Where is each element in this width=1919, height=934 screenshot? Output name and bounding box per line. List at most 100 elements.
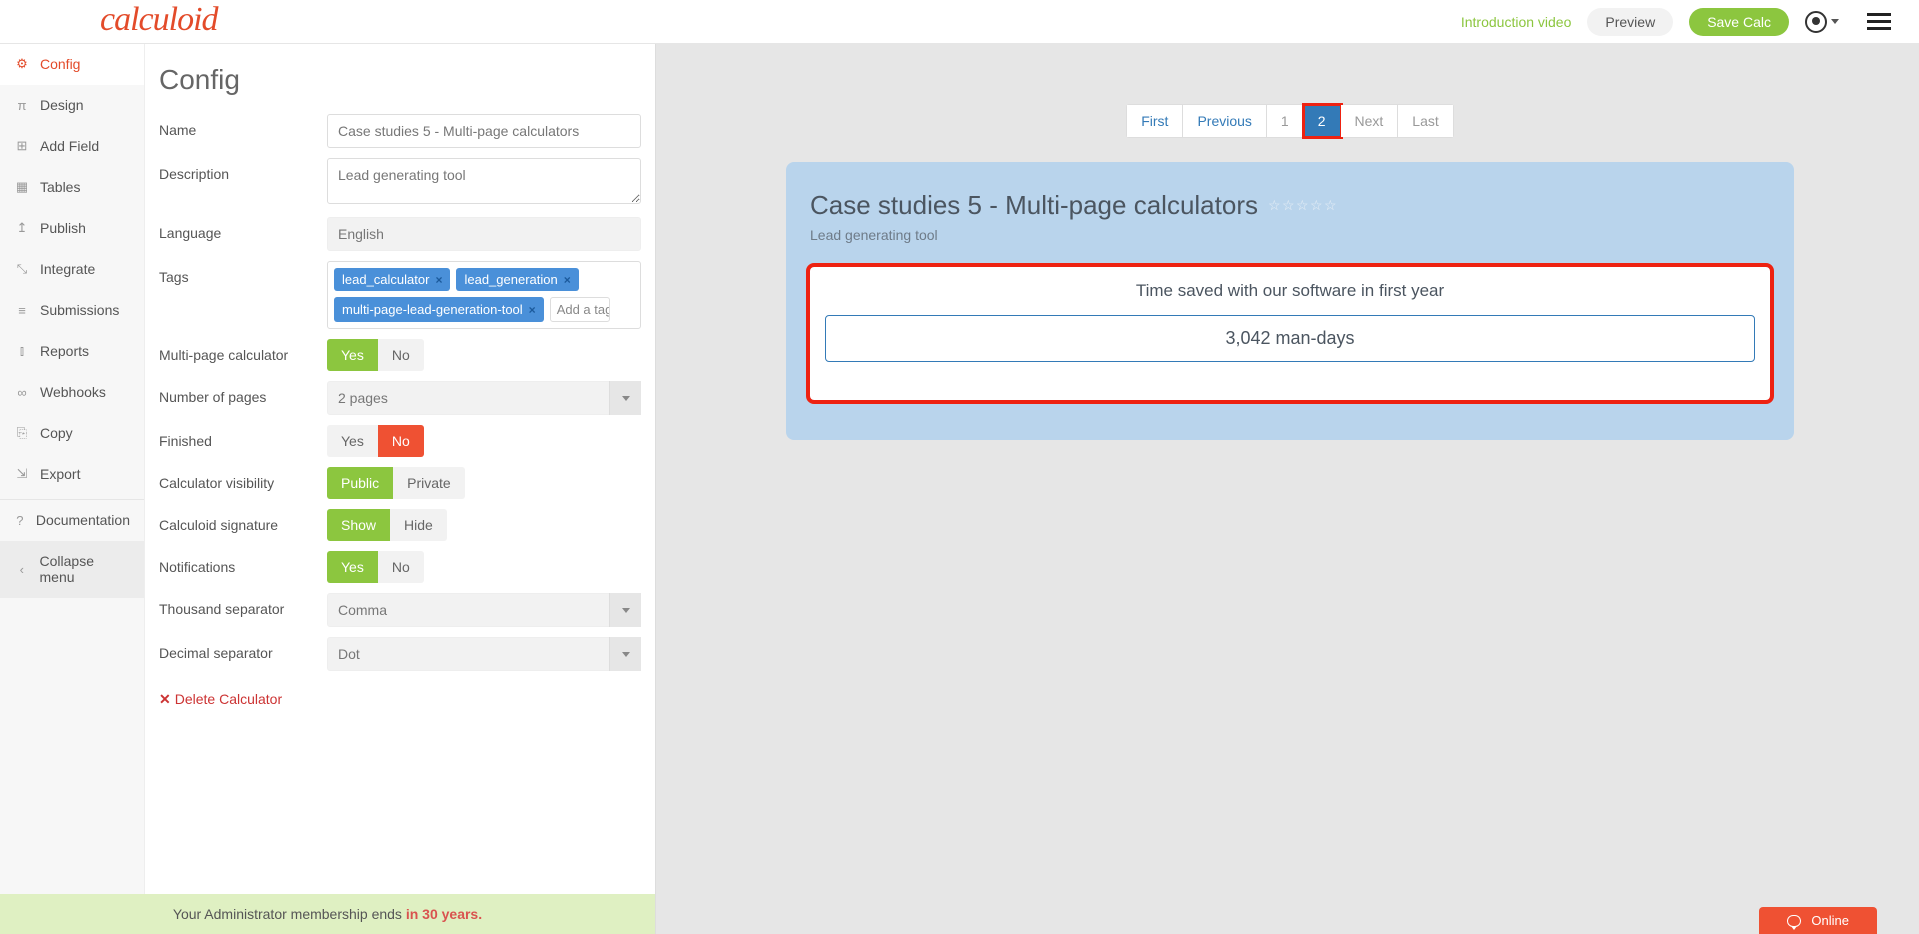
- star-icon: ☆: [1282, 199, 1295, 212]
- calculator-subtitle: Lead generating tool: [810, 227, 1770, 243]
- sidebar-item-label: Webhooks: [40, 384, 106, 400]
- sidebar-item-export[interactable]: ⇲ Export: [0, 454, 144, 495]
- gear-icon: ⚙: [14, 56, 30, 72]
- tag-add-input[interactable]: Add a tag: [550, 297, 610, 322]
- decimal-sep-label: Decimal separator: [159, 637, 327, 671]
- pager-first[interactable]: First: [1127, 105, 1183, 137]
- pager: First Previous 1 2 Next Last: [786, 104, 1794, 138]
- sidebar-item-copy[interactable]: ⎘ Copy: [0, 413, 144, 454]
- sidebar-item-label: Documentation: [36, 512, 130, 528]
- result-heading: Time saved with our software in first ye…: [820, 281, 1760, 301]
- sidebar-item-reports[interactable]: ⫾ Reports: [0, 331, 144, 372]
- rating-stars[interactable]: ☆ ☆ ☆ ☆ ☆: [1268, 199, 1337, 212]
- sidebar-item-label: Tables: [40, 179, 80, 195]
- main-menu-button[interactable]: [1867, 13, 1891, 30]
- workspace: ⚙ Config π Design ⊞ Add Field ▦ Tables ↥…: [0, 44, 1919, 934]
- sidebar-collapse-button[interactable]: ‹ Collapse menu: [0, 541, 144, 598]
- description-input[interactable]: Lead generating tool: [327, 158, 641, 204]
- finished-toggle: Yes No: [327, 425, 641, 457]
- num-pages-select[interactable]: [327, 381, 641, 415]
- bar-chart-icon: ⫾: [14, 343, 30, 359]
- thousand-sep-select[interactable]: [327, 593, 641, 627]
- tags-input[interactable]: lead_calculator × lead_generation × mult…: [327, 261, 641, 329]
- multipage-toggle: Yes No: [327, 339, 641, 371]
- tag-chip: lead_generation ×: [456, 268, 578, 291]
- sidebar-item-label: Design: [40, 97, 84, 113]
- pager-page-2[interactable]: 2: [1304, 105, 1341, 137]
- sidebar-item-publish[interactable]: ↥ Publish: [0, 208, 144, 249]
- tag-remove-icon[interactable]: ×: [529, 303, 536, 317]
- signature-hide[interactable]: Hide: [390, 509, 447, 541]
- pager-previous[interactable]: Previous: [1183, 105, 1266, 137]
- sidebar-item-label: Collapse menu: [40, 553, 131, 585]
- visibility-public[interactable]: Public: [327, 467, 393, 499]
- chat-bubble-icon: [1787, 915, 1801, 927]
- pager-page-1[interactable]: 1: [1267, 105, 1304, 137]
- tag-chip: lead_calculator ×: [334, 268, 450, 291]
- top-bar: calculoid Introduction video Preview Sav…: [0, 0, 1919, 44]
- tag-remove-icon[interactable]: ×: [435, 273, 442, 287]
- sidebar-item-submissions[interactable]: ≡ Submissions: [0, 290, 144, 331]
- name-input[interactable]: [327, 114, 641, 148]
- list-icon: ≡: [14, 303, 30, 318]
- caret-down-icon: [1831, 19, 1839, 24]
- page-title: Config: [159, 64, 641, 96]
- preview-button[interactable]: Preview: [1587, 8, 1673, 36]
- delete-calculator-link[interactable]: ✕Delete Calculator: [159, 691, 282, 707]
- finished-no[interactable]: No: [378, 425, 424, 457]
- sidebar-item-tables[interactable]: ▦ Tables: [0, 167, 144, 208]
- sidebar-item-config[interactable]: ⚙ Config: [0, 44, 144, 85]
- tag-chip: multi-page-lead-generation-tool ×: [334, 297, 544, 322]
- user-avatar-icon: [1805, 11, 1827, 33]
- multipage-label: Multi-page calculator: [159, 339, 327, 371]
- sidebar-item-label: Export: [40, 466, 80, 482]
- multipage-yes[interactable]: Yes: [327, 339, 378, 371]
- sidebar-item-design[interactable]: π Design: [0, 85, 144, 126]
- editor-half: ⚙ Config π Design ⊞ Add Field ▦ Tables ↥…: [0, 44, 655, 934]
- banner-emphasis: in 30 years.: [406, 906, 482, 922]
- decimal-sep-select[interactable]: [327, 637, 641, 671]
- upload-icon: ↥: [14, 220, 30, 236]
- sidebar-item-integrate[interactable]: ⤡ Integrate: [0, 249, 144, 290]
- visibility-private[interactable]: Private: [393, 467, 465, 499]
- signature-show[interactable]: Show: [327, 509, 390, 541]
- language-input[interactable]: [327, 217, 641, 251]
- chat-widget[interactable]: Online: [1759, 907, 1877, 934]
- design-icon: π: [14, 98, 30, 113]
- question-circle-icon: ?: [14, 513, 26, 528]
- sidebar-item-add-field[interactable]: ⊞ Add Field: [0, 126, 144, 167]
- preview-area: First Previous 1 2 Next Last Case studie…: [656, 44, 1919, 440]
- notifications-yes[interactable]: Yes: [327, 551, 378, 583]
- logo[interactable]: calculoid: [100, 1, 218, 43]
- num-pages-label: Number of pages: [159, 381, 327, 415]
- visibility-toggle: Public Private: [327, 467, 641, 499]
- preview-half: First Previous 1 2 Next Last Case studie…: [655, 44, 1919, 934]
- membership-banner: Your Administrator membership ends in 30…: [0, 894, 655, 934]
- intro-video-link[interactable]: Introduction video: [1461, 14, 1572, 30]
- integrate-icon: ⤡: [14, 261, 30, 277]
- close-icon: ✕: [159, 691, 171, 707]
- finished-yes[interactable]: Yes: [327, 425, 378, 457]
- tag-remove-icon[interactable]: ×: [564, 273, 571, 287]
- star-icon: ☆: [1296, 199, 1309, 212]
- sidebar-item-label: Submissions: [40, 302, 119, 318]
- language-label: Language: [159, 217, 327, 251]
- chat-status-label: Online: [1811, 913, 1849, 928]
- user-menu[interactable]: [1805, 11, 1839, 33]
- chevron-left-icon: ‹: [14, 562, 30, 577]
- finished-label: Finished: [159, 425, 327, 457]
- signature-label: Calculoid signature: [159, 509, 327, 541]
- tag-label: multi-page-lead-generation-tool: [342, 302, 523, 317]
- notifications-toggle: Yes No: [327, 551, 641, 583]
- visibility-label: Calculator visibility: [159, 467, 327, 499]
- notifications-no[interactable]: No: [378, 551, 424, 583]
- save-calc-button[interactable]: Save Calc: [1689, 8, 1789, 36]
- pager-last[interactable]: Last: [1398, 105, 1452, 137]
- sidebar-item-webhooks[interactable]: ∞ Webhooks: [0, 372, 144, 413]
- sidebar: ⚙ Config π Design ⊞ Add Field ▦ Tables ↥…: [0, 44, 145, 934]
- tag-label: lead_calculator: [342, 272, 429, 287]
- pager-next[interactable]: Next: [1341, 105, 1399, 137]
- sidebar-item-documentation[interactable]: ? Documentation: [0, 499, 144, 541]
- multipage-no[interactable]: No: [378, 339, 424, 371]
- sidebar-item-label: Add Field: [40, 138, 99, 154]
